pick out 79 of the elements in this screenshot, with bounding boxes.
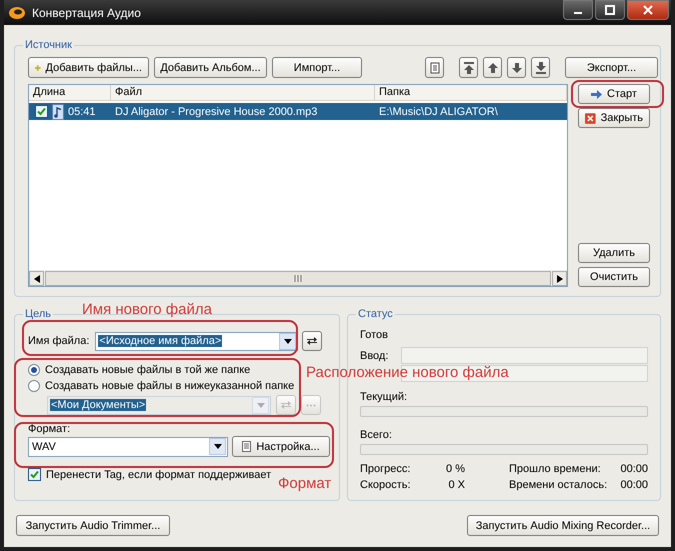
status-text: Готов bbox=[360, 329, 389, 341]
checkbox[interactable] bbox=[35, 105, 48, 118]
dropdown-arrow-icon bbox=[284, 338, 292, 344]
total-label: Всего: bbox=[360, 429, 393, 441]
close-button[interactable] bbox=[627, 0, 669, 20]
window-title: Конвертация Аудио bbox=[32, 6, 141, 20]
radio-option[interactable]: Создавать новые файлы в нижеуказанной папке bbox=[28, 378, 294, 394]
group-title: Статус bbox=[356, 307, 395, 321]
table-cell-text: DJ Aligator - Progresive House 2000.mp3 bbox=[114, 106, 318, 118]
maximize-icon bbox=[605, 5, 615, 15]
move-up-button[interactable] bbox=[483, 57, 502, 78]
plus-icon bbox=[35, 62, 41, 72]
minimize-icon bbox=[574, 12, 582, 14]
swap-arrows-icon bbox=[281, 400, 291, 410]
arrow-to-bottom-icon bbox=[536, 62, 546, 74]
radio-option[interactable]: Создавать новые файлы в той же папке bbox=[28, 362, 250, 378]
close-icon bbox=[585, 112, 596, 124]
time-label: Времени осталось: bbox=[509, 479, 608, 491]
checkmark-icon bbox=[37, 107, 46, 116]
launch-button[interactable]: Запустить Audio Mixing Recorder... bbox=[467, 515, 659, 536]
annotation-text: Имя нового файла bbox=[82, 301, 212, 319]
side-button[interactable]: Удалить bbox=[578, 243, 650, 263]
dropdown-arrow-icon bbox=[256, 402, 264, 408]
document-icon bbox=[242, 441, 252, 452]
stat-value: 0 X bbox=[447, 479, 465, 491]
close-icon bbox=[643, 5, 653, 15]
move-top-button[interactable] bbox=[459, 57, 478, 78]
format-dropdown[interactable]: WAV bbox=[28, 436, 228, 456]
column-header[interactable]: Папка bbox=[375, 85, 567, 100]
annotation-text: Расположение нового файла bbox=[306, 364, 509, 382]
start-button[interactable]: Старт bbox=[578, 84, 650, 104]
transfer-tag-checkbox[interactable]: Перенести Tag, если формат поддерживает bbox=[28, 468, 272, 481]
document-icon-button[interactable] bbox=[425, 57, 444, 78]
add-files-button[interactable]: Добавить файлы... bbox=[28, 57, 149, 78]
dropdown-arrow-icon bbox=[214, 444, 222, 449]
launch-button[interactable]: Запустить Audio Trimmer... bbox=[16, 515, 170, 536]
column-header[interactable]: Длина bbox=[29, 85, 111, 100]
column-header[interactable]: Файл bbox=[111, 85, 375, 100]
arrow-to-top-icon bbox=[464, 62, 474, 74]
stat-label: Скорость: bbox=[360, 479, 412, 491]
stat-value: 0 % bbox=[445, 463, 465, 475]
side-button[interactable]: Очистить bbox=[578, 267, 650, 287]
move-down-button[interactable] bbox=[507, 57, 526, 78]
move-bottom-button[interactable] bbox=[531, 57, 550, 78]
arrow-right-icon bbox=[591, 90, 602, 98]
arrow-down-icon bbox=[512, 62, 522, 72]
scroll-left-icon bbox=[34, 274, 40, 282]
horizontal-scrollbar[interactable] bbox=[29, 270, 567, 286]
app-logo-icon bbox=[8, 4, 26, 20]
settings-button[interactable]: Настройка... bbox=[232, 436, 330, 457]
format-label: Формат: bbox=[28, 423, 72, 435]
current-label: Текущий: bbox=[360, 391, 408, 403]
swap-arrows-icon bbox=[307, 336, 318, 346]
time-label: Прошло времени: bbox=[509, 463, 602, 475]
ellipsis-icon bbox=[306, 404, 316, 406]
scroll-right-icon bbox=[556, 274, 562, 282]
time-value: 00:00 bbox=[620, 479, 648, 491]
export-button[interactable]: Экспорт... bbox=[565, 57, 658, 78]
table-cell: 05:41 bbox=[68, 106, 96, 118]
checkmark-icon bbox=[30, 470, 39, 479]
table-cell-text: E:\Music\DJ ALIGATOR\ bbox=[378, 106, 499, 118]
toolbar-button[interactable]: Импорт... bbox=[272, 57, 362, 78]
minimize-button[interactable] bbox=[563, 0, 593, 20]
input-label: Ввод: bbox=[360, 350, 390, 362]
file-row[interactable]: 05:41 DJ Aligator - Progresive House 2000.mp3 E:\Music\DJ ALIGATOR\ bbox=[29, 103, 567, 120]
document-icon bbox=[430, 62, 440, 74]
arrow-up-icon bbox=[488, 62, 498, 72]
filename-dropdown[interactable]: <Исходное имя файла> bbox=[95, 332, 298, 350]
grip-icon bbox=[294, 275, 302, 282]
swap-button[interactable] bbox=[302, 331, 322, 351]
group-title: Цель bbox=[23, 307, 54, 321]
close-list-button[interactable]: Закрыть bbox=[578, 108, 650, 128]
stat-label: Прогресс: bbox=[360, 463, 412, 475]
audio-file-icon bbox=[52, 104, 64, 120]
filename-label: Имя файла: bbox=[28, 335, 90, 347]
toolbar-button[interactable]: Добавить Альбом... bbox=[154, 57, 267, 78]
time-value: 00:00 bbox=[620, 463, 648, 475]
annotation-text: Формат bbox=[278, 475, 332, 493]
maximize-button[interactable] bbox=[595, 0, 625, 20]
